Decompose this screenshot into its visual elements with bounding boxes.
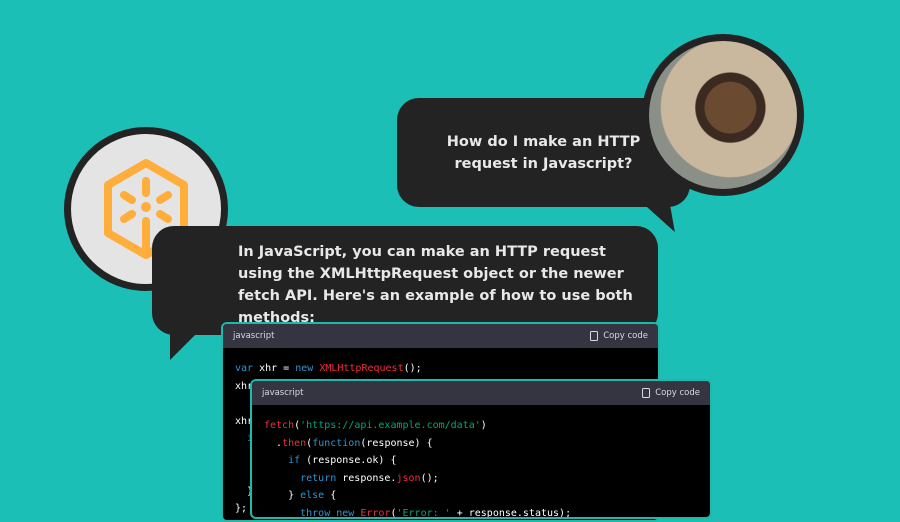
code-token: + response.status); — [450, 507, 572, 519]
code-token: Error — [360, 507, 391, 519]
code-token: 'https://api.example.com/data' — [300, 420, 481, 431]
answer-text: In JavaScript, you can make an HTTP requ… — [238, 244, 633, 326]
code-line: return response.json(); — [264, 470, 698, 488]
code-token: return — [300, 472, 337, 484]
code-token: then — [282, 437, 307, 449]
clipboard-icon — [590, 331, 599, 341]
code-language: javascript — [233, 331, 275, 341]
code-header: javascript Copy code — [223, 324, 658, 348]
question-text: How do I make an HTTP request in Javascr… — [446, 133, 641, 172]
code-token: var — [235, 363, 254, 374]
code-line: throw new Error('Error: ' + response.sta… — [264, 505, 698, 519]
code-line: .then(function(response) { — [264, 435, 698, 453]
code-line: if (response.ok) { — [264, 452, 698, 470]
clipboard-icon — [642, 388, 651, 398]
copy-code-label: Copy code — [655, 388, 700, 398]
copy-code-button[interactable]: Copy code — [590, 331, 648, 341]
code-token: (); — [420, 472, 439, 484]
code-token: xhr = — [253, 363, 296, 374]
code-token: new — [336, 507, 355, 519]
code-token: }; — [235, 503, 248, 514]
copy-code-label: Copy code — [603, 331, 648, 341]
copy-code-button[interactable]: Copy code — [642, 388, 700, 398]
code-token: . — [264, 437, 283, 449]
code-token: new — [295, 363, 314, 374]
code-token: { — [324, 490, 337, 501]
code-token: XMLHttpRequest — [319, 363, 404, 374]
code-line: fetch('https://api.example.com/data') — [264, 417, 698, 435]
assistant-answer-bubble: In JavaScript, you can make an HTTP requ… — [152, 226, 658, 335]
code-language: javascript — [262, 388, 304, 398]
code-token: 'Error: ' — [396, 507, 451, 519]
code-line: var xhr = new XMLHttpRequest(); — [235, 360, 646, 378]
code-token: json — [396, 472, 421, 484]
code-token: } — [264, 490, 301, 501]
code-token: throw — [300, 507, 331, 519]
code-block-fetch: javascript Copy code fetch('https://api.… — [250, 379, 712, 519]
code-token: else — [300, 490, 325, 501]
code-line: } else { — [264, 487, 698, 505]
code-token: ) — [480, 420, 487, 431]
code-token: fetch — [264, 420, 295, 431]
code-content: fetch('https://api.example.com/data') .t… — [252, 405, 710, 519]
code-token: if — [288, 455, 301, 466]
code-token: (response) { — [360, 437, 433, 449]
code-token: (); — [403, 363, 422, 374]
code-token: function — [312, 437, 361, 449]
code-token: response. — [336, 472, 397, 484]
user-avatar-photo — [642, 34, 804, 196]
code-token: (response.ok) { — [300, 455, 397, 466]
code-header: javascript Copy code — [252, 381, 710, 405]
